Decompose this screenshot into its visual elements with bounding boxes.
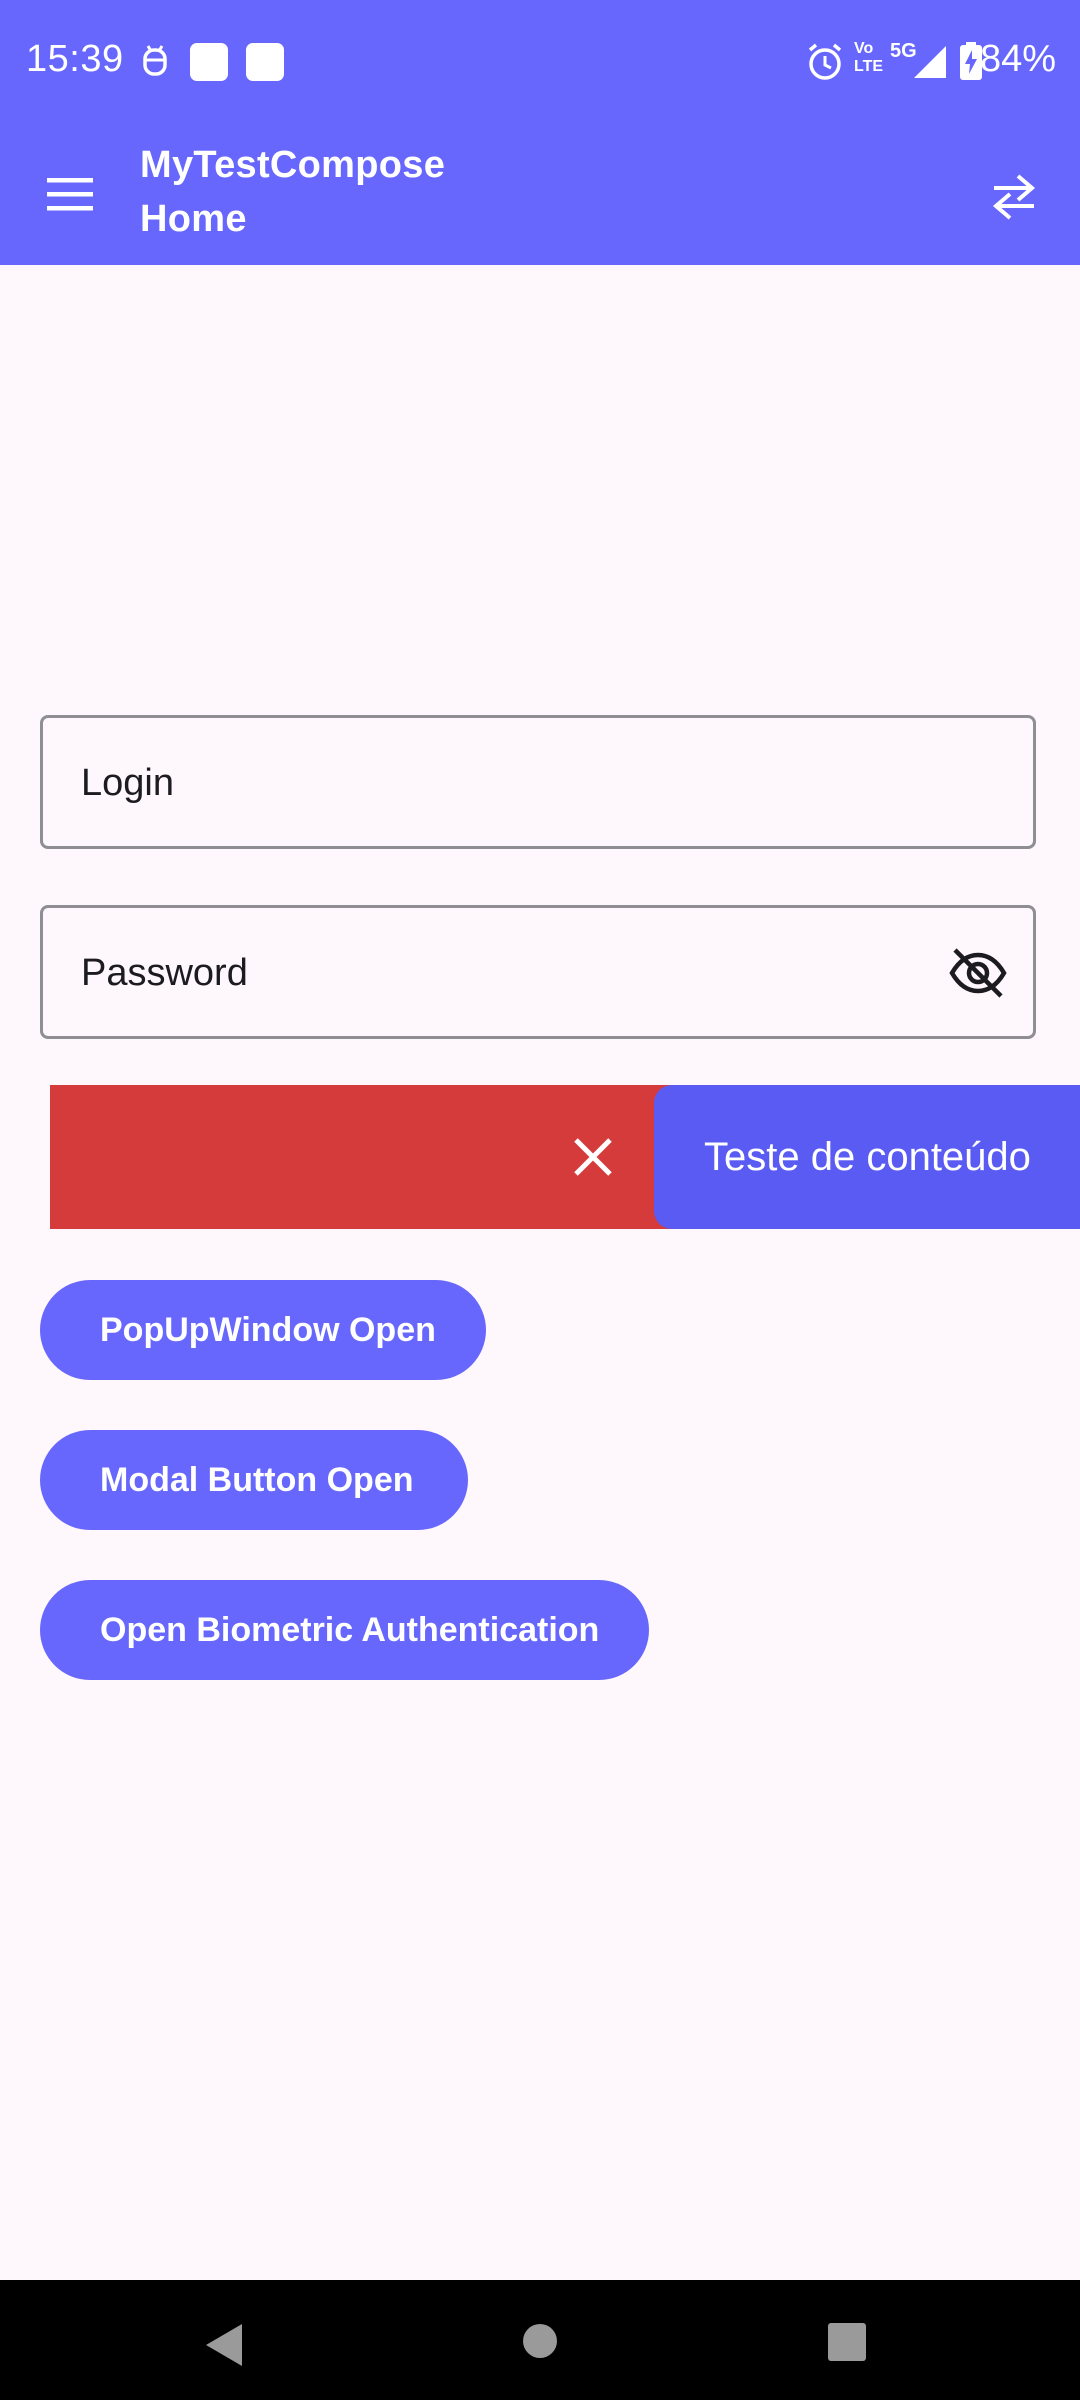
menu-icon	[47, 178, 93, 211]
page-title: MyTestCompose Home	[140, 138, 520, 246]
signal-icon	[912, 44, 948, 85]
swipe-content-card[interactable]: Teste de conteúdo	[654, 1085, 1080, 1229]
login-input[interactable]	[79, 718, 943, 848]
status-bar: 15:39 Vo LTE 5G 84%	[0, 0, 1080, 124]
status-time: 15:39	[26, 38, 124, 80]
dismiss-button[interactable]	[570, 1134, 616, 1180]
title-line-2: Home	[140, 198, 247, 240]
system-nav-bar	[0, 2280, 1080, 2400]
recents-icon[interactable]	[828, 2323, 866, 2361]
notification-square-icon	[246, 43, 284, 81]
home-icon[interactable]	[523, 2324, 557, 2358]
top-app-bar: MyTestCompose Home	[0, 124, 1080, 265]
title-line-1: MyTestCompose	[140, 144, 446, 186]
password-visibility-toggle[interactable]	[947, 942, 1009, 1004]
modal-button-open-button[interactable]: Modal Button Open	[40, 1430, 468, 1530]
open-biometric-authentication-button[interactable]: Open Biometric Authentication	[40, 1580, 649, 1680]
back-button[interactable]	[204, 2322, 244, 2368]
popup-window-open-button[interactable]: PopUpWindow Open	[40, 1280, 486, 1380]
menu-button[interactable]	[32, 162, 108, 226]
back-icon	[206, 2324, 242, 2366]
login-field[interactable]	[40, 715, 1036, 849]
battery-charging-icon	[960, 42, 982, 85]
volte-label-top: Vo	[854, 40, 874, 57]
password-input[interactable]	[79, 908, 943, 1038]
close-icon	[574, 1138, 612, 1176]
swap-arrows-icon	[992, 174, 1036, 220]
eye-off-icon	[949, 948, 1007, 998]
volte-label-bottom: LTE	[854, 58, 884, 75]
bot-icon	[138, 42, 172, 87]
swipe-content-text: Teste de conteúdo	[704, 1135, 1031, 1179]
notification-square-icon	[190, 43, 228, 81]
battery-percent: 84%	[979, 38, 1056, 80]
alarm-icon	[806, 42, 844, 87]
swap-button[interactable]	[976, 158, 1052, 234]
password-field[interactable]	[40, 905, 1036, 1039]
